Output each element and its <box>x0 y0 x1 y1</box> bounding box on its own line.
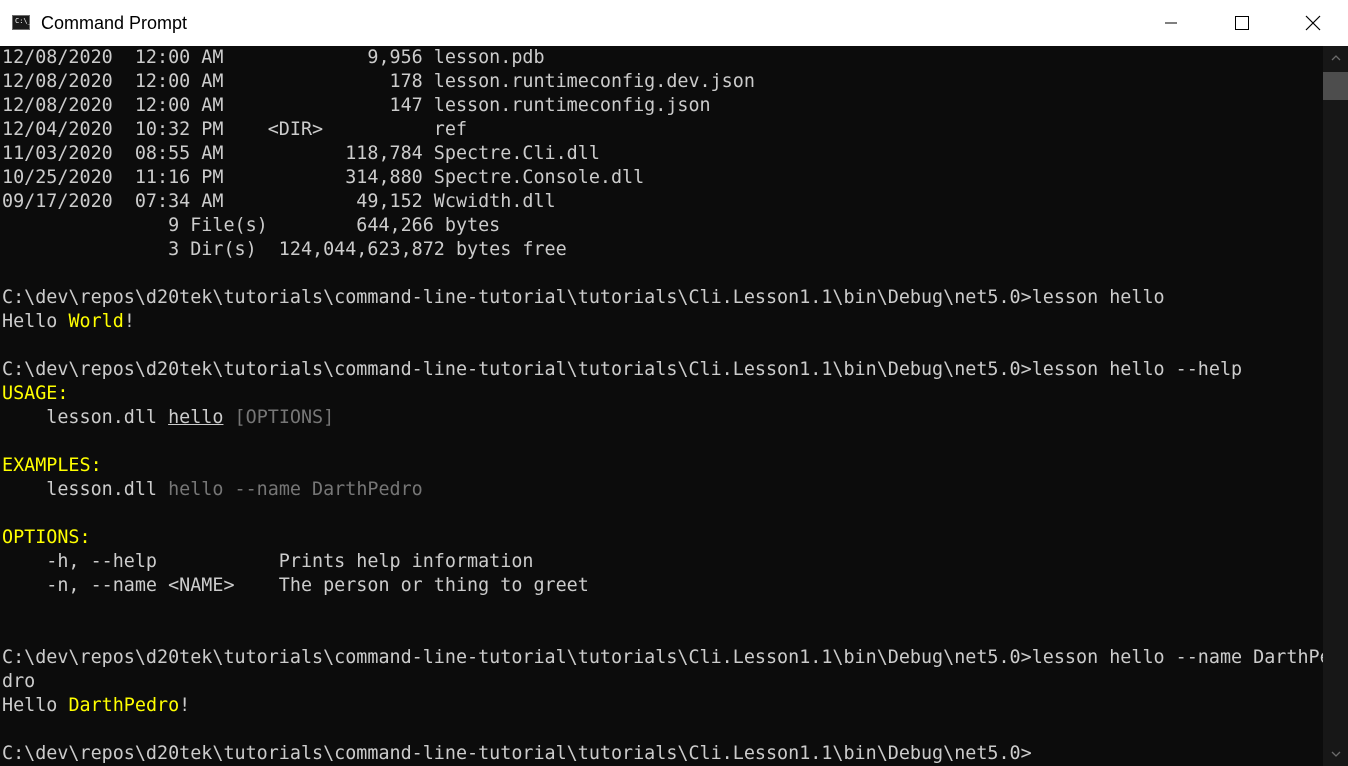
output-prefix: Hello <box>2 695 69 716</box>
prompt-path: C:\dev\repos\d20tek\tutorials\command-li… <box>2 287 1032 308</box>
dir-entry-line: 11/03/2020 08:55 AM 118,784 Spectre.Cli.… <box>2 143 600 164</box>
vertical-scrollbar[interactable] <box>1323 46 1348 766</box>
prompt-line: C:\dev\repos\d20tek\tutorials\command-li… <box>2 358 1323 382</box>
close-icon <box>1305 15 1321 31</box>
minimize-button[interactable] <box>1148 0 1194 46</box>
dir-entry-line: 3 Dir(s) 124,044,623,872 bytes free <box>2 239 567 260</box>
usage-options: [OPTIONS] <box>234 407 335 428</box>
dir-entry-line: 12/04/2020 10:32 PM <DIR> ref <box>2 119 468 140</box>
dir-entry-line: 12/08/2020 12:00 AM 9,956 lesson.pdb <box>2 47 545 68</box>
scroll-up-button[interactable] <box>1323 46 1348 70</box>
command-text: lesson hello --name DarthPe <box>1031 647 1323 668</box>
usage-prefix: lesson.dll <box>2 407 169 428</box>
output-name: DarthPedro <box>68 695 180 716</box>
usage-space <box>223 407 234 428</box>
dir-entry-line: 09/17/2020 07:34 AM 49,152 Wcwidth.dll <box>2 191 556 212</box>
example-args: hello --name <box>168 479 313 500</box>
title-bar[interactable]: C:\_ Command Prompt <box>0 0 1348 46</box>
option-line: -h, --help Prints help information <box>2 551 534 572</box>
directory-listing: 12/08/2020 12:00 AM 9,956 lesson.pdb 12/0… <box>2 46 1323 262</box>
command-text: lesson hello --help <box>1031 359 1243 380</box>
command-prompt-window: C:\_ Command Prompt 12/08/2020 12:00 AM … <box>0 0 1348 766</box>
chevron-down-icon <box>1331 751 1340 757</box>
example-line: lesson.dll hello --name DarthPedro <box>2 478 1323 502</box>
examples-heading: EXAMPLES: <box>2 455 102 476</box>
example-value: DarthPedro <box>312 479 423 500</box>
close-button[interactable] <box>1290 0 1336 46</box>
output-line: Hello DarthPedro! <box>2 694 1323 718</box>
usage-command: hello <box>168 407 224 428</box>
scrollbar-thumb[interactable] <box>1323 72 1348 100</box>
chevron-up-icon <box>1331 55 1340 61</box>
output-name: World <box>68 311 124 332</box>
option-line: -n, --name <NAME> The person or thing to… <box>2 575 589 596</box>
dir-entry-line: 10/25/2020 11:16 PM 314,880 Spectre.Cons… <box>2 167 645 188</box>
output-prefix: Hello <box>2 311 69 332</box>
command-text: lesson hello <box>1031 287 1165 308</box>
example-prefix: lesson.dll <box>2 479 169 500</box>
output-suffix: ! <box>123 311 135 332</box>
output-line: Hello World! <box>2 310 1323 334</box>
minimize-icon <box>1165 22 1177 24</box>
maximize-button[interactable] <box>1219 0 1265 46</box>
maximize-icon <box>1235 16 1249 30</box>
prompt-path: C:\dev\repos\d20tek\tutorials\command-li… <box>2 647 1032 668</box>
current-prompt-line[interactable]: C:\dev\repos\d20tek\tutorials\command-li… <box>2 742 1323 766</box>
prompt-line: C:\dev\repos\d20tek\tutorials\command-li… <box>2 286 1323 310</box>
dir-entry-line: 12/08/2020 12:00 AM 178 lesson.runtimeco… <box>2 71 755 92</box>
prompt-path: C:\dev\repos\d20tek\tutorials\command-li… <box>2 743 1032 764</box>
dir-entry-line: 9 File(s) 644,266 bytes <box>2 215 501 236</box>
scroll-down-button[interactable] <box>1323 742 1348 766</box>
app-icon-label: C:\_ <box>15 17 32 25</box>
prompt-line: C:\dev\repos\d20tek\tutorials\command-li… <box>2 646 1323 670</box>
prompt-path: C:\dev\repos\d20tek\tutorials\command-li… <box>2 359 1032 380</box>
options-heading: OPTIONS: <box>2 527 91 548</box>
output-suffix: ! <box>179 695 191 716</box>
command-continuation: dro <box>2 671 36 692</box>
usage-heading: USAGE: <box>2 383 69 404</box>
console-app-icon: C:\_ <box>12 15 32 30</box>
console-output[interactable]: 12/08/2020 12:00 AM 9,956 lesson.pdb 12/0… <box>2 46 1323 766</box>
dir-entry-line: 12/08/2020 12:00 AM 147 lesson.runtimeco… <box>2 95 711 116</box>
usage-line: lesson.dll hello [OPTIONS] <box>2 406 1323 430</box>
window-title: Command Prompt <box>41 13 188 33</box>
